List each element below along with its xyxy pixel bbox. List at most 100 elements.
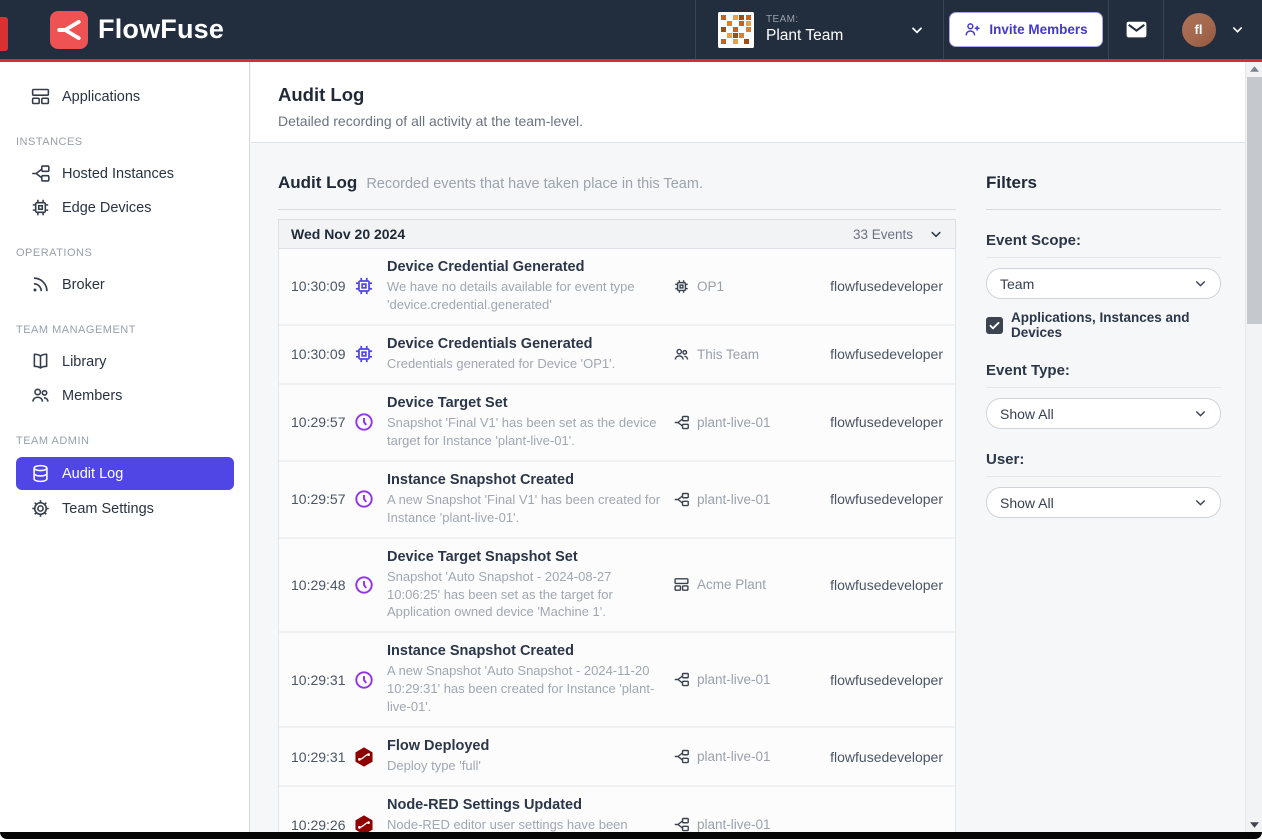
event-description: We have no details available for event t… — [387, 278, 665, 314]
event-title: Node-RED Settings Updated — [387, 797, 665, 813]
page-header: Audit Log Detailed recording of all acti… — [251, 62, 1245, 143]
chevron-down-icon — [909, 22, 925, 38]
content-area: Audit Log Recorded events that have take… — [251, 143, 1245, 832]
brand-name: FlowFuse — [98, 14, 224, 45]
vertical-scrollbar[interactable] — [1245, 62, 1262, 832]
section-subtitle: Recorded events that have taken place in… — [366, 176, 703, 192]
team-name: Plant Team — [766, 27, 897, 45]
brand[interactable]: FlowFuse — [0, 0, 695, 59]
section-divider — [278, 209, 956, 210]
page-title: Audit Log — [278, 84, 1245, 106]
scroll-down-arrow-icon[interactable] — [1246, 818, 1262, 832]
event-user: flowfusedeveloper — [821, 749, 943, 765]
team-members-icon — [673, 346, 690, 363]
cpu-chip-icon — [353, 343, 375, 365]
sidebar-item-broker[interactable]: Broker — [16, 269, 234, 300]
events-count: 33 Events — [853, 227, 913, 242]
user-filter-value: Show All — [1000, 495, 1054, 511]
cpu-chip-icon — [30, 197, 51, 218]
instance-icon — [673, 491, 690, 508]
invite-members-button[interactable]: Invite Members — [949, 12, 1102, 47]
audit-event-row: 10:29:48 Device Target Snapshot Set Snap… — [279, 539, 955, 634]
sidebar-item-members[interactable]: Members — [16, 380, 234, 411]
scope-include-checkbox[interactable] — [986, 317, 1003, 334]
chevron-down-icon[interactable] — [929, 227, 943, 241]
event-title: Instance Snapshot Created — [387, 472, 665, 488]
chevron-down-icon — [1194, 407, 1207, 420]
sidebar-item-applications[interactable]: Applications — [16, 81, 234, 112]
audit-event-row: 10:29:26 Node-RED Settings Updated Node-… — [279, 787, 955, 832]
event-description: Snapshot 'Auto Snapshot - 2024-08-27 10:… — [387, 568, 665, 622]
mail-icon — [1124, 17, 1149, 42]
sidebar-item-audit-log[interactable]: Audit Log — [16, 457, 234, 490]
scroll-up-arrow-icon[interactable] — [1246, 62, 1262, 76]
user-filter-select[interactable]: Show All — [986, 487, 1221, 518]
event-user: flowfusedeveloper — [821, 414, 943, 430]
sidebar-item-label: Hosted Instances — [62, 166, 174, 182]
event-title: Device Target Snapshot Set — [387, 549, 665, 565]
event-time: 10:29:26 — [291, 817, 345, 832]
sidebar-section-team-admin: TEAM ADMIN — [16, 435, 233, 447]
event-user: flowfusedeveloper — [821, 577, 943, 593]
event-title: Instance Snapshot Created — [387, 643, 665, 659]
sidebar-item-label: Audit Log — [62, 466, 123, 482]
event-user: flowfusedeveloper — [821, 672, 943, 688]
cpu-chip-icon — [673, 278, 690, 295]
sidebar-section-operations: OPERATIONS — [16, 247, 233, 259]
event-time: 10:29:48 — [291, 577, 345, 593]
team-selector[interactable]: TEAM: Plant Team — [695, 0, 943, 59]
event-description: A new Snapshot 'Auto Snapshot - 2024-11-… — [387, 662, 665, 716]
event-scope-select[interactable]: Team — [986, 268, 1221, 299]
event-time: 10:29:31 — [291, 672, 345, 688]
notifications-button[interactable] — [1108, 0, 1163, 59]
event-title: Device Credentials Generated — [387, 336, 665, 352]
event-user: flowfusedeveloper — [821, 278, 943, 294]
team-avatar-identicon — [718, 12, 754, 48]
event-type-select[interactable]: Show All — [986, 398, 1221, 429]
check-icon — [988, 319, 1001, 332]
event-description: Credentials generated for Device 'OP1'. — [387, 355, 665, 373]
date-group-label: Wed Nov 20 2024 — [291, 226, 405, 242]
user-avatar: fl — [1182, 13, 1216, 47]
audit-event-row: 10:30:09 Device Credential Generated We … — [279, 249, 955, 326]
sidebar-item-library[interactable]: Library — [16, 346, 234, 377]
event-title: Flow Deployed — [387, 738, 665, 754]
sidebar-item-label: Applications — [62, 89, 140, 105]
event-time: 10:30:09 — [291, 346, 345, 362]
node-red-icon — [353, 746, 375, 768]
event-time: 10:30:09 — [291, 278, 345, 294]
event-scope-label: Event Scope: — [986, 232, 1221, 258]
event-scope: plant-live-01 — [697, 817, 771, 832]
library-book-icon — [30, 351, 51, 372]
event-description: Deploy type 'full' — [387, 757, 665, 775]
sidebar-item-label: Team Settings — [62, 501, 154, 517]
event-scope: plant-live-01 — [697, 492, 771, 507]
event-description: Node-RED editor user settings have been … — [387, 816, 665, 832]
event-time: 10:29:57 — [291, 491, 345, 507]
event-time: 10:29:57 — [291, 414, 345, 430]
instance-icon — [673, 671, 690, 688]
scrollbar-thumb[interactable] — [1247, 77, 1262, 324]
event-list: 10:30:09 Device Credential Generated We … — [278, 249, 956, 832]
sidebar-item-edge-devices[interactable]: Edge Devices — [16, 192, 234, 223]
node-red-icon — [353, 814, 375, 832]
audit-log-database-icon — [30, 463, 51, 484]
window-bottom-edge — [0, 832, 1262, 839]
sidebar-item-label: Members — [62, 388, 122, 404]
window-edge-artifact — [0, 17, 8, 51]
gear-icon — [30, 498, 51, 519]
clock-icon — [353, 669, 375, 691]
clock-icon — [353, 574, 375, 596]
sidebar-item-team-settings[interactable]: Team Settings — [16, 493, 234, 524]
section-title: Audit Log — [278, 173, 357, 193]
event-description: Snapshot 'Final V1' has been set as the … — [387, 414, 665, 450]
chevron-down-icon — [1230, 22, 1245, 37]
user-menu[interactable]: fl — [1163, 0, 1262, 59]
event-user: flowfusedeveloper — [821, 346, 943, 362]
sidebar-item-hosted-instances[interactable]: Hosted Instances — [16, 158, 234, 189]
filters-title: Filters — [986, 173, 1221, 193]
event-title: Device Credential Generated — [387, 259, 665, 275]
user-filter-label: User: — [986, 451, 1221, 477]
scope-include-checkbox-label[interactable]: Applications, Instances and Devices — [1011, 310, 1221, 340]
chevron-down-icon — [1194, 277, 1207, 290]
